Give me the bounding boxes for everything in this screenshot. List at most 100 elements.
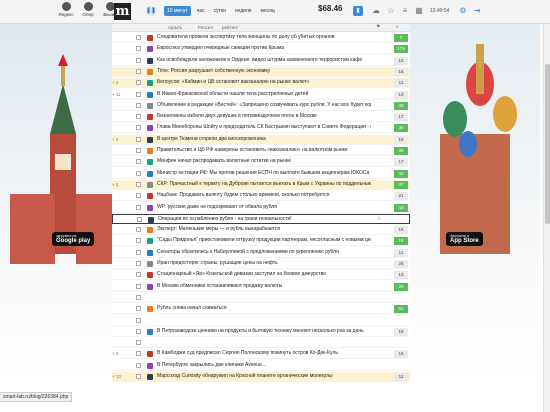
news-row[interactable]: Рубль снова начал снижаться 51 [112,304,410,315]
news-row[interactable]: Операция по ослаблению рубля - на грани … [112,213,410,224]
row-checkbox[interactable] [136,340,141,346]
news-row[interactable]: Следователи провели экспертизу тела женщ… [112,33,410,43]
tab-day[interactable]: сутки [211,6,229,16]
row-title-link[interactable]: Марсоход Curiosity обнаружил на Красной … [157,373,371,380]
row-title-link[interactable]: Бизнесмены избили двух девушек в пятизвё… [157,113,371,120]
row-checkbox[interactable] [136,306,141,312]
row-checkbox[interactable] [136,148,141,153]
row-title-link[interactable]: "Сады Придонья" приостановили отгрузку п… [157,237,371,244]
row-title-link[interactable]: Объявление в редакции «Вестей»: «Запреще… [157,102,371,109]
grid-icon[interactable]: ▦ [414,6,424,16]
star-icon[interactable]: ☆ [386,6,396,16]
row-checkbox[interactable] [136,57,141,63]
filter-rating[interactable]: рейтинг [222,25,238,30]
row-checkbox[interactable] [136,351,141,357]
news-row[interactable]: В Петербурге закрылись две клиники Avenu… [112,361,410,371]
row-title-link[interactable]: В Москве обменники останавливают продажу… [157,283,371,290]
row-checkbox[interactable] [136,35,141,40]
site-logo[interactable]: m [114,3,131,20]
news-row[interactable]: Глава Минобороны Шойгу и председатель СК… [112,123,410,134]
comment-icon[interactable] [376,58,382,63]
news-row[interactable] [112,293,410,303]
row-title-link[interactable]: Следователи провели экспертизу тела женщ… [157,34,371,41]
row-checkbox[interactable] [136,68,141,74]
settings-icon[interactable]: ⚙ [458,6,468,16]
comment-icon[interactable] [376,284,382,289]
tab-month[interactable]: месяц [258,6,278,16]
comment-icon[interactable] [376,272,382,277]
row-checkbox[interactable] [136,125,141,131]
app-store-button[interactable]: Загрузите в App Store [446,232,483,246]
filter-hide[interactable]: скрыть [168,25,182,30]
comment-icon[interactable] [376,125,382,130]
row-checkbox[interactable] [136,249,141,255]
comment-icon[interactable] [376,374,382,379]
news-row[interactable]: Нацбанк: Продавать валюту будем столько … [112,191,410,202]
news-row[interactable]: Эксперт: Маленькие меры — и рубль выкара… [112,225,410,236]
news-row[interactable]: Иран предостерег страны, рушащие цены на… [112,259,410,269]
news-row[interactable]: Объявление в редакции «Вестей»: «Запреще… [112,101,410,111]
row-checkbox[interactable] [136,261,141,266]
row-title-link[interactable]: Сенаторы обратились к Набиуллиной с пред… [157,249,371,256]
row-checkbox[interactable] [136,328,141,334]
row-checkbox[interactable] [136,80,141,86]
comment-icon[interactable] [376,137,382,142]
comment-icon[interactable] [376,261,382,266]
news-row[interactable]: Как освобождали заложников в Ордене: вид… [112,56,410,66]
comment-icon[interactable] [376,351,382,356]
comment-icon[interactable] [376,306,382,311]
comment-icon[interactable] [376,69,382,74]
news-row[interactable]: "Сады Придонья" приостановили отгрузку п… [112,236,410,247]
news-row[interactable]: + 3 В Камбоджи суд предписал Сергею Полон… [112,349,410,360]
comment-icon[interactable]: ✉ [377,216,383,222]
row-title-link[interactable]: Стационарный «Яр» Козельской дивизии зас… [157,271,371,278]
comment-icon[interactable] [376,114,382,119]
comment-icon[interactable] [376,227,382,232]
comment-icon[interactable] [376,148,382,153]
scrollbar-thumb[interactable] [545,64,550,224]
news-row[interactable] [112,338,410,349]
news-row[interactable]: Time: Россия разрушает собственную эконо… [112,66,410,77]
row-title-link[interactable]: В Петрозаводске ценники на продукты и бы… [157,328,371,335]
comment-icon[interactable] [376,193,382,198]
row-checkbox[interactable] [136,227,141,233]
app-shortcut[interactable]: Опер [80,2,96,18]
comment-icon[interactable] [376,159,382,164]
row-checkbox[interactable] [136,91,141,97]
news-row[interactable]: Бизнесмены избили двух девушек в пятизвё… [112,112,410,123]
row-title-link[interactable]: Как освобождали заложников в Ордене: вид… [157,57,371,64]
news-row[interactable]: + 2 В центре Тюмени сгорели два киоскорож… [112,134,410,145]
row-checkbox[interactable] [136,204,141,210]
row-title-link[interactable]: СКР: Причастный к теракту на Дуброве пыт… [157,181,371,188]
row-title-link[interactable]: Глава Минобороны Шойгу и председатель СК… [157,124,371,131]
comment-icon[interactable] [376,171,382,176]
row-checkbox[interactable] [136,272,141,278]
row-checkbox[interactable] [136,114,141,120]
comment-icon[interactable] [376,205,382,210]
row-title-link[interactable]: Эксперт: Маленькие меры — и рубль выкара… [157,226,371,233]
news-row[interactable]: В Москве обменники останавливают продажу… [112,282,410,292]
comment-icon[interactable] [376,363,382,368]
news-row[interactable] [112,316,410,326]
comment-icon[interactable] [376,80,382,85]
row-title-link[interactable]: Правительство и ЦБ РФ намерены остановит… [157,147,371,154]
app-shortcut[interactable]: Яндекс [58,2,74,18]
comment-icon[interactable] [376,35,382,40]
row-checkbox[interactable] [136,283,141,289]
row-checkbox[interactable] [136,159,141,165]
comment-icon[interactable] [376,250,382,255]
row-checkbox[interactable] [136,102,141,108]
comment-icon[interactable] [376,329,382,334]
row-checkbox[interactable] [137,216,142,222]
row-checkbox[interactable] [136,374,141,379]
row-title-link[interactable]: В Ивано-Франковской области нашли тела р… [157,91,371,98]
row-title-link[interactable]: В центре Тюмени сгорели два киоскорожени… [157,136,371,143]
row-checkbox[interactable] [136,136,141,142]
comment-icon[interactable] [376,103,382,108]
tab-hour[interactable]: час [194,6,208,16]
news-row[interactable]: + 2 СКР: Причастный к теракту на Дуброве … [112,179,410,190]
list-icon[interactable]: ≡ [400,6,410,16]
news-row[interactable]: Стационарный «Яр» Козельской дивизии зас… [112,270,410,281]
row-title-link[interactable]: Операция по ослаблению рубля - на грани … [158,216,372,223]
row-title-link[interactable]: Министр юстиции РФ: Мы против решения ЕС… [157,170,371,177]
